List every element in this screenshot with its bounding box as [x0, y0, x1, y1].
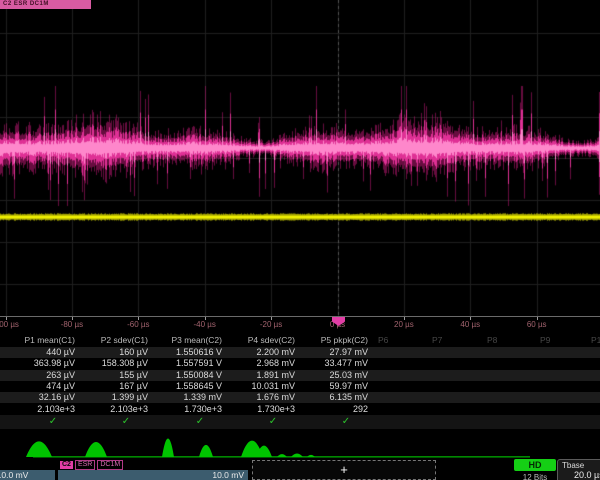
measurement-value: 363.98 µV	[4, 358, 75, 369]
timebase-value: 20.0 µs	[558, 470, 600, 480]
measurement-value: 1.550084 V	[151, 370, 222, 381]
param-header-inactive[interactable]: P10	[591, 335, 600, 346]
measurement-value: 167 µV	[77, 381, 148, 392]
status-check-icon: ✓	[334, 415, 358, 428]
measurement-value: 1.558645 V	[151, 381, 222, 392]
param-header[interactable]: P4 sdev(C2)	[224, 335, 295, 346]
status-row: ✓ ✓ ✓ ✓ ✓	[0, 415, 600, 429]
measurement-value: 27.97 mV	[297, 347, 368, 358]
timebase-label: Tbase	[558, 460, 600, 470]
measurement-value: 1.676 mV	[224, 392, 295, 403]
measurement-value: 59.97 mV	[297, 381, 368, 392]
waveform-canvas[interactable]	[0, 0, 600, 317]
axis-tick-label: 40 µs	[460, 320, 480, 329]
measurement-value: 33.477 mV	[297, 358, 368, 369]
measurement-value: 1.730e+3	[224, 404, 295, 415]
axis-tick-label: -60 µs	[127, 320, 149, 329]
time-axis: -100 µs-80 µs-60 µs-40 µs-20 µs0 µs20 µs…	[0, 317, 600, 334]
axis-tick-label: 60 µs	[527, 320, 547, 329]
measurement-value: 32.16 µV	[4, 392, 75, 403]
status-check-icon: ✓	[114, 415, 138, 428]
measurement-row: 363.98 µV158.308 µV1.557591 V2.968 mV33.…	[0, 358, 600, 369]
hd-mode-badge[interactable]: HD	[514, 459, 556, 471]
add-trace-button[interactable]: +	[252, 460, 436, 480]
c2-coupling-badge: DC1M	[97, 460, 123, 470]
waveform-grid[interactable]: C2 ESR DC1M	[0, 0, 600, 317]
measurement-row: 440 µV160 µV1.550616 V2.200 mV27.97 mV	[0, 347, 600, 358]
status-check-icon: ✓	[41, 415, 65, 428]
measurement-value: 1.550616 V	[151, 347, 222, 358]
param-header-inactive[interactable]: P9	[540, 335, 550, 346]
c2-esr-badge: ESR	[75, 460, 95, 470]
measurement-row: 2.103e+32.103e+31.730e+31.730e+3292	[0, 404, 600, 415]
param-header[interactable]: P5 pkpk(C2)	[297, 335, 368, 346]
measurement-value: 25.03 mV	[297, 370, 368, 381]
channel-c2-descriptor[interactable]: C2 ESR DC1M 10.0 mV	[58, 460, 248, 480]
axis-tick-label: 20 µs	[394, 320, 414, 329]
measurement-value: 2.103e+3	[77, 404, 148, 415]
status-check-icon: ✓	[188, 415, 212, 428]
measurement-value: 263 µV	[4, 370, 75, 381]
measurement-value: 158.308 µV	[77, 358, 148, 369]
param-header-inactive[interactable]: P7	[432, 335, 442, 346]
measurement-value: 1.339 mV	[151, 392, 222, 403]
c2-label-badge: C2	[60, 461, 73, 469]
measurement-value: 155 µV	[77, 370, 148, 381]
parameter-histicons	[0, 429, 600, 459]
measurement-row: 32.16 µV1.399 µV1.339 mV1.676 mV6.135 mV	[0, 392, 600, 403]
axis-tick-label: -100 µs	[0, 320, 19, 329]
measurement-table[interactable]: P1 mean(C1)P2 sdev(C1)P3 mean(C2)P4 sdev…	[0, 334, 600, 429]
measurement-value: 292	[297, 404, 368, 415]
measurement-value: 2.103e+3	[4, 404, 75, 415]
param-header-inactive[interactable]: P6	[378, 335, 388, 346]
c2-scale-value: 10.0 mV	[58, 470, 248, 480]
measurement-value: 1.730e+3	[151, 404, 222, 415]
param-header-inactive[interactable]: P8	[487, 335, 497, 346]
param-header[interactable]: P2 sdev(C1)	[77, 335, 148, 346]
measurement-value: 1.399 µV	[77, 392, 148, 403]
descriptor-bar: DC1M 10.0 mV C2 ESR DC1M 10.0 mV + HD 12…	[0, 459, 600, 480]
channel-c1-descriptor[interactable]: DC1M 10.0 mV	[0, 460, 55, 480]
oscilloscope-screen: C2 ESR DC1M -100 µs -80 µs -60 µs -40 µs -20…	[0, 0, 600, 480]
axis-tick-label: -40 µs	[193, 320, 215, 329]
measurement-value: 2.200 mV	[224, 347, 295, 358]
param-header[interactable]: P1 mean(C1)	[4, 335, 75, 346]
axis-tick-label: -80 µs	[61, 320, 83, 329]
hd-bits-label: 12 Bits	[514, 473, 556, 480]
measurement-value: 160 µV	[77, 347, 148, 358]
grid-trace-badge: C2 ESR DC1M	[0, 0, 91, 9]
measurement-row: 263 µV155 µV1.550084 V1.891 mV25.03 mV	[0, 370, 600, 381]
measurement-value: 6.135 mV	[297, 392, 368, 403]
measurement-value: 440 µV	[4, 347, 75, 358]
axis-tick-label: -20 µs	[260, 320, 282, 329]
measurement-row: 474 µV167 µV1.558645 V10.031 mV59.97 mV	[0, 381, 600, 392]
measurement-value: 10.031 mV	[224, 381, 295, 392]
status-check-icon: ✓	[261, 415, 285, 428]
measurement-value: 1.557591 V	[151, 358, 222, 369]
param-header[interactable]: P3 mean(C2)	[151, 335, 222, 346]
timebase-descriptor[interactable]: Tbase 20.0 µs	[557, 459, 600, 480]
measurement-value: 1.891 mV	[224, 370, 295, 381]
measurement-value: 474 µV	[4, 381, 75, 392]
histicon-peaks	[26, 438, 315, 457]
measurement-value: 2.968 mV	[224, 358, 295, 369]
c1-scale-value: 10.0 mV	[0, 470, 55, 480]
